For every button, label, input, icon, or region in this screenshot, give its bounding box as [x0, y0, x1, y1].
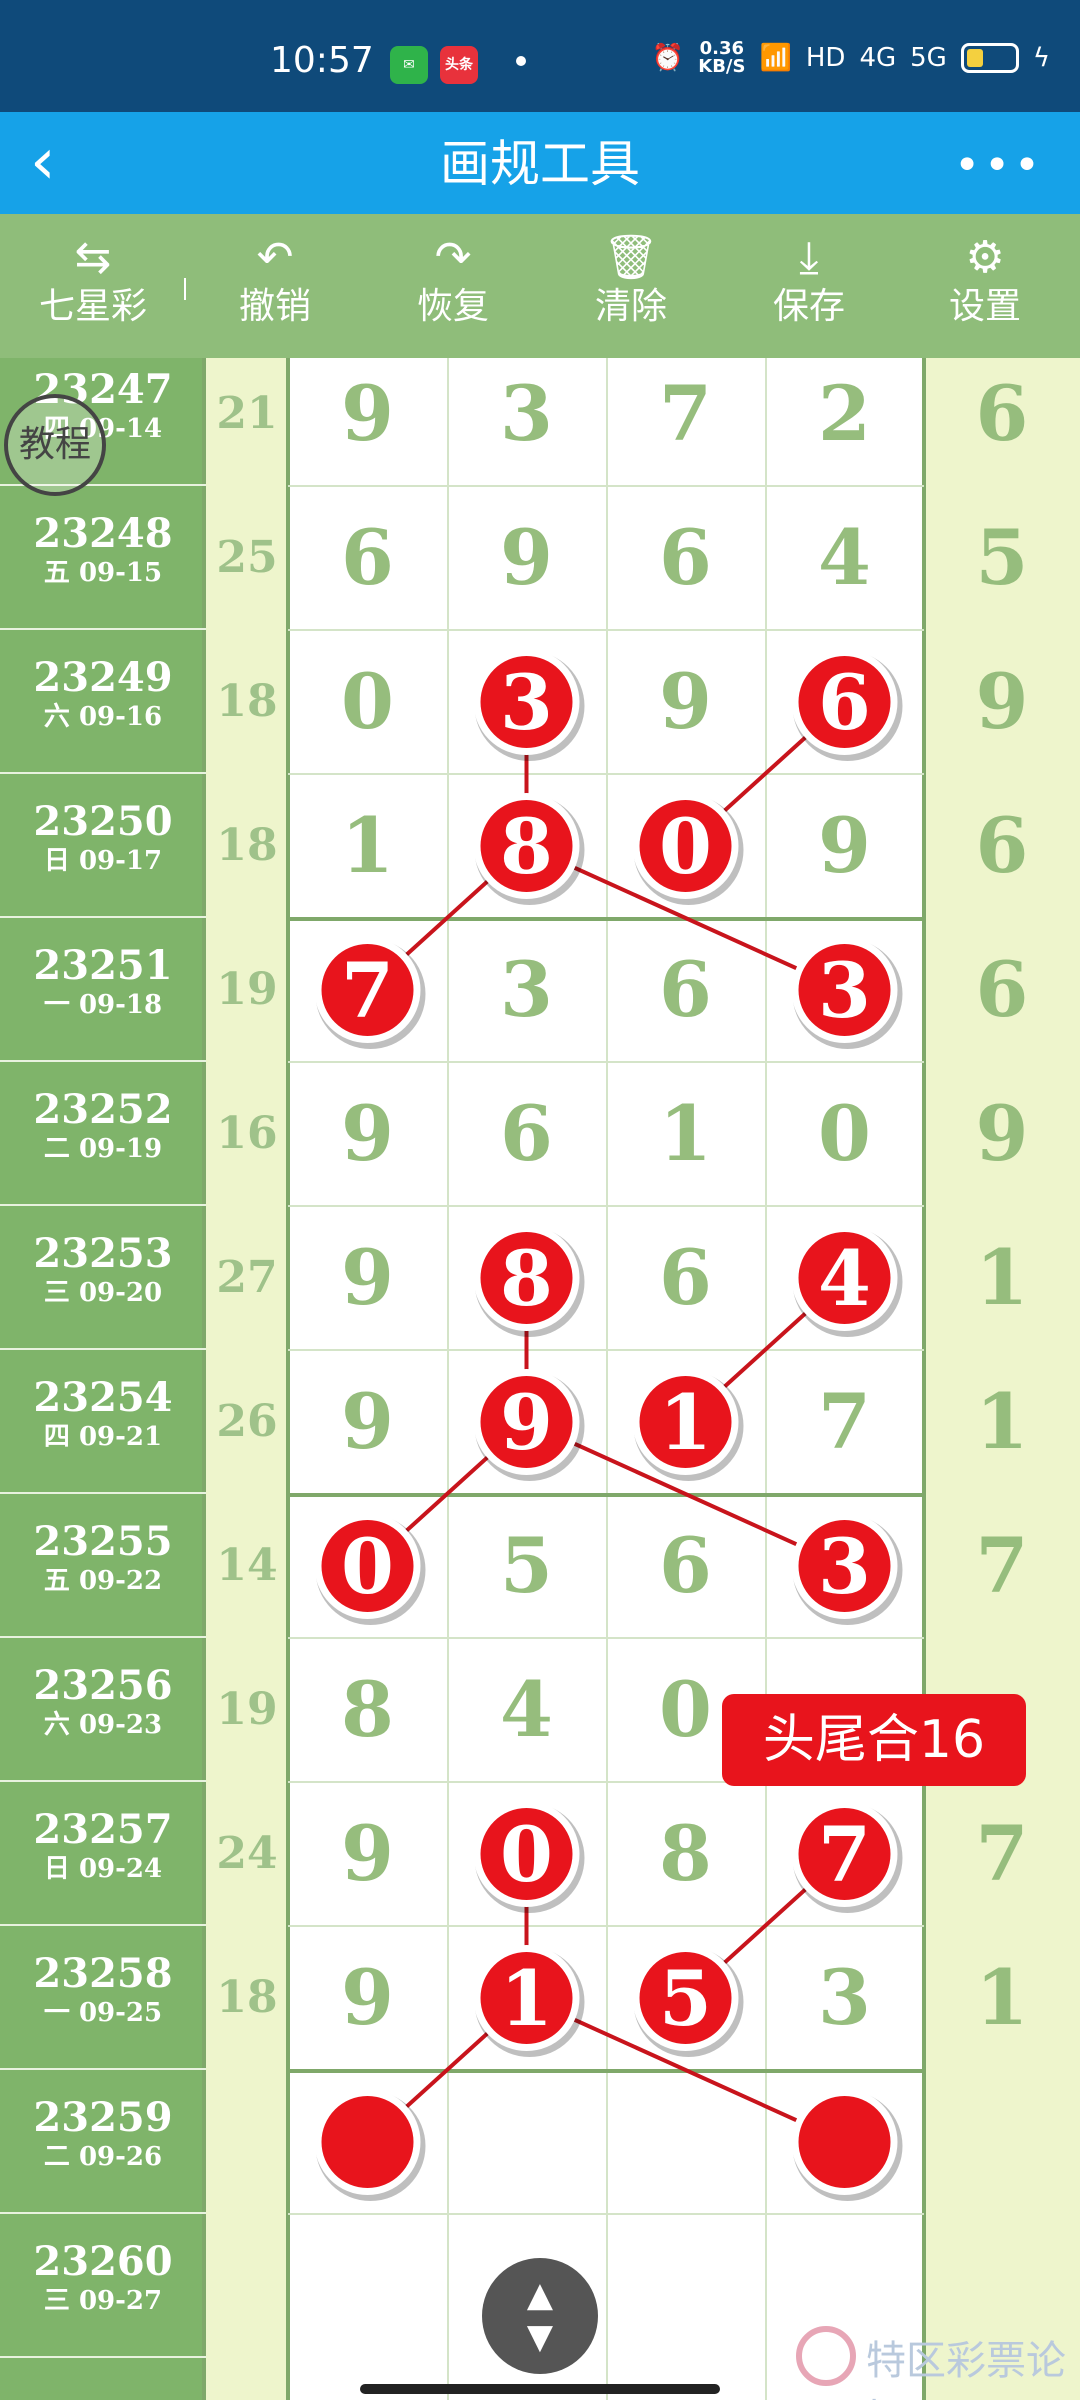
marked-digit[interactable]: 3	[473, 649, 585, 761]
lottery-label: 七星彩	[38, 286, 147, 327]
settings-label: 设置	[948, 286, 1021, 327]
status-right: ⏰ 0.36 KB/S 📶 HD 4G 5G ϟ	[652, 40, 1050, 76]
annotation-tag[interactable]: 头尾合16	[722, 1694, 1026, 1786]
marked-digit[interactable]: 0	[473, 1801, 585, 1913]
marked-digit-label: 8	[500, 802, 553, 891]
undo-icon: ↶	[256, 232, 294, 283]
draw-grid[interactable]: 23247 四 09-14 21 9 3 7 2 6 23248 五 09-15 25 6 9 6 4 5 23…	[0, 358, 1080, 2400]
marked-digit[interactable]: 1	[473, 1945, 585, 2057]
network-speed: 0.36 KB/S	[698, 40, 745, 76]
marked-digit-label: 3	[500, 658, 553, 747]
hd-icon: HD	[805, 43, 846, 73]
marked-digit-label: 7	[341, 946, 394, 1035]
redo-label: 恢复	[416, 286, 489, 327]
trash-icon: 🗑	[603, 232, 659, 283]
speed-unit: KB/S	[698, 56, 746, 77]
status-time: 10:57	[270, 40, 374, 81]
chevron-down-icon: ▼	[526, 2317, 554, 2357]
marked-digit[interactable]: 9	[473, 1369, 585, 1481]
gear-icon: ⚙	[965, 232, 1005, 283]
toolbar-divider	[184, 278, 186, 300]
app-bar: ‹ 画规工具 •••	[0, 112, 1080, 214]
settings-button[interactable]: ⚙ 设置	[910, 230, 1060, 328]
marked-digit-circle	[798, 2096, 891, 2188]
chevron-up-icon: ▲	[526, 2275, 554, 2315]
marked-digit-label: 5	[659, 1954, 712, 2043]
watermark-logo	[796, 2326, 856, 2386]
marked-digit-label: 3	[818, 946, 871, 1035]
marked-digit[interactable]: 4	[791, 1225, 903, 1337]
redo-icon: ↷	[434, 232, 472, 283]
marked-digit-label: 3	[818, 1522, 871, 1611]
marked-digit-label: 6	[818, 658, 871, 747]
drawing-overlay[interactable]: 3 6 8 0 7 3 8 4 9 1 0 3 0 7 1 5	[0, 358, 1080, 2400]
marked-digit-label: 7	[818, 1810, 871, 1899]
lottery-switch-button[interactable]: ⇆ 七星彩	[18, 230, 168, 328]
marked-digit-label: 9	[500, 1378, 553, 1467]
signal-5g-icon: 5G	[910, 43, 947, 73]
page-title: 画规工具	[440, 135, 640, 193]
marked-digit-label: 1	[659, 1378, 712, 1467]
watermark-text: 特区彩票论坛	[866, 2338, 1066, 2400]
status-bar: 10:57 ✉ 头条 ⏰ 0.36 KB/S 📶 HD 4G 5G ϟ	[0, 0, 1080, 112]
clear-button[interactable]: 🗑 清除	[556, 230, 706, 328]
scroll-toggle-button[interactable]: ▲ ▼	[482, 2258, 598, 2374]
marked-digit-label: 1	[500, 1954, 553, 2043]
marked-digit[interactable]: 8	[473, 793, 585, 905]
marked-digit-circle	[321, 2096, 414, 2188]
marked-digit[interactable]: 6	[791, 649, 903, 761]
save-button[interactable]: ⤓ 保存	[734, 230, 884, 328]
download-icon: ⤓	[799, 232, 819, 283]
more-menu-icon[interactable]: •••	[954, 140, 1044, 191]
redo-button[interactable]: ↷ 恢复	[378, 230, 528, 328]
swap-arrows-icon: ⇆	[74, 232, 112, 283]
marked-digit-label: 8	[500, 1234, 553, 1323]
marked-digit[interactable]	[791, 2089, 903, 2201]
toutiao-app-icon: 头条	[440, 46, 478, 84]
marked-digit-label: 4	[818, 1234, 871, 1323]
marked-digit-label: 0	[341, 1522, 394, 1611]
clear-label: 清除	[594, 286, 667, 327]
marked-digit-label: 0	[500, 1810, 553, 1899]
save-label: 保存	[772, 286, 845, 327]
marked-digit[interactable]: 8	[473, 1225, 585, 1337]
tutorial-badge[interactable]: 教程	[4, 394, 106, 496]
marked-digit-label: 0	[659, 802, 712, 891]
home-indicator[interactable]	[360, 2384, 720, 2394]
marked-digit[interactable]: 3	[791, 937, 903, 1049]
marked-digit[interactable]: 7	[791, 1801, 903, 1913]
charging-icon: ϟ	[1032, 43, 1050, 73]
message-app-icon: ✉	[390, 46, 428, 84]
marked-digit[interactable]: 3	[791, 1513, 903, 1625]
undo-label: 撤销	[238, 286, 311, 327]
toolbar: ⇆ 七星彩 ↶ 撤销 ↷ 恢复 🗑 清除 ⤓ 保存 ⚙ 设置	[0, 214, 1080, 358]
signal-4g-icon: 4G	[859, 43, 897, 73]
wifi-icon: 📶	[759, 43, 792, 73]
alarm-icon: ⏰	[651, 43, 685, 73]
battery-icon	[960, 43, 1019, 73]
notification-dot-icon	[516, 56, 526, 66]
undo-button[interactable]: ↶ 撤销	[200, 230, 350, 328]
